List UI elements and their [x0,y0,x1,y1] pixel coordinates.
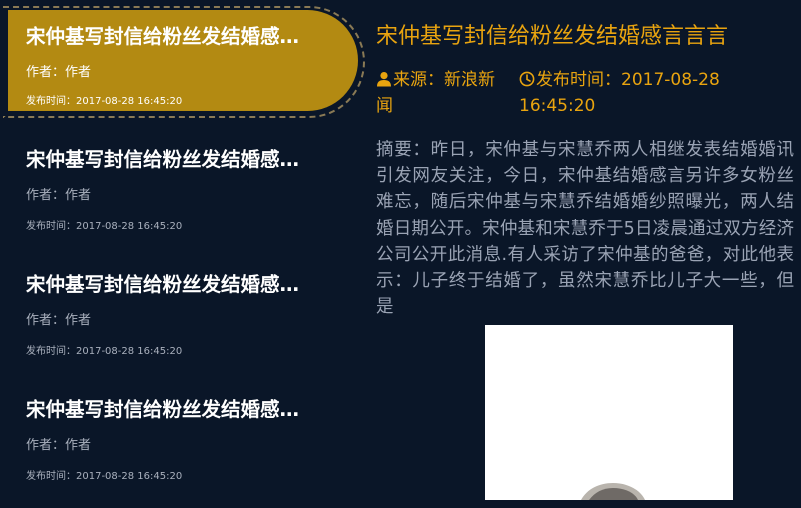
news-item[interactable]: 宋仲基写封信给粉丝发结婚感言言 作者：作者 发布时间：2017-08-28 16… [8,262,358,370]
news-item-author: 作者：作者 [26,313,92,328]
news-item-time: 发布时间：2017-08-28 16:45:20 [26,346,183,357]
article-photo [485,325,733,500]
detail-publish-time: 发布时间：2017-08-28 16:45:20 [519,68,779,118]
news-item-author: 作者：作者 [26,438,92,453]
news-item[interactable]: 宋仲基写封信给粉丝发结婚感言言 作者：作者 发布时间：2017-08-28 16… [8,137,358,245]
detail-summary: 摘要：昨日，宋仲基与宋慧乔两人相继发表结婚婚讯引发网友关注，今日，宋仲基结婚感言… [376,140,794,318]
news-item-title: 宋仲基写封信给粉丝发结婚感言言 [26,25,316,48]
clock-icon [519,70,535,94]
detail-publish-text-wrap: 16:45:20 [519,96,596,116]
detail-publish-text: 发布时间：2017-08-28 [536,70,720,90]
news-item-title: 宋仲基写封信给粉丝发结婚感言言 [26,273,316,296]
news-page: 宋仲基写封信给粉丝发结婚感言言 作者：作者 发布时间：2017-08-28 16… [0,0,801,508]
detail-title: 宋仲基写封信给粉丝发结婚感言言言 [376,24,729,49]
news-item-title: 宋仲基写封信给粉丝发结婚感言言 [26,148,316,171]
detail-source-text-wrap: 闻 [376,96,393,116]
news-item-author: 作者：作者 [26,65,92,80]
detail-source: 来源：新浪新 闻 [376,68,512,118]
news-list: 宋仲基写封信给粉丝发结婚感言言 作者：作者 发布时间：2017-08-28 16… [0,0,365,508]
news-item[interactable]: 宋仲基写封信给粉丝发结婚感言言 作者：作者 发布时间：2017-08-28 16… [8,387,358,495]
news-item-active[interactable]: 宋仲基写封信给粉丝发结婚感言言 作者：作者 发布时间：2017-08-28 16… [8,10,358,111]
news-item-time: 发布时间：2017-08-28 16:45:20 [26,96,183,107]
news-item-author: 作者：作者 [26,188,92,203]
detail-source-text: 来源：新浪新 [393,70,495,90]
news-detail: 宋仲基写封信给粉丝发结婚感言言言 来源：新浪新 闻 发布时间：2017-08-2… [376,0,796,508]
news-item-time: 发布时间：2017-08-28 16:45:20 [26,471,183,482]
news-item-title: 宋仲基写封信给粉丝发结婚感言言 [26,398,316,421]
user-icon [376,70,392,94]
news-item-time: 发布时间：2017-08-28 16:45:20 [26,221,183,232]
